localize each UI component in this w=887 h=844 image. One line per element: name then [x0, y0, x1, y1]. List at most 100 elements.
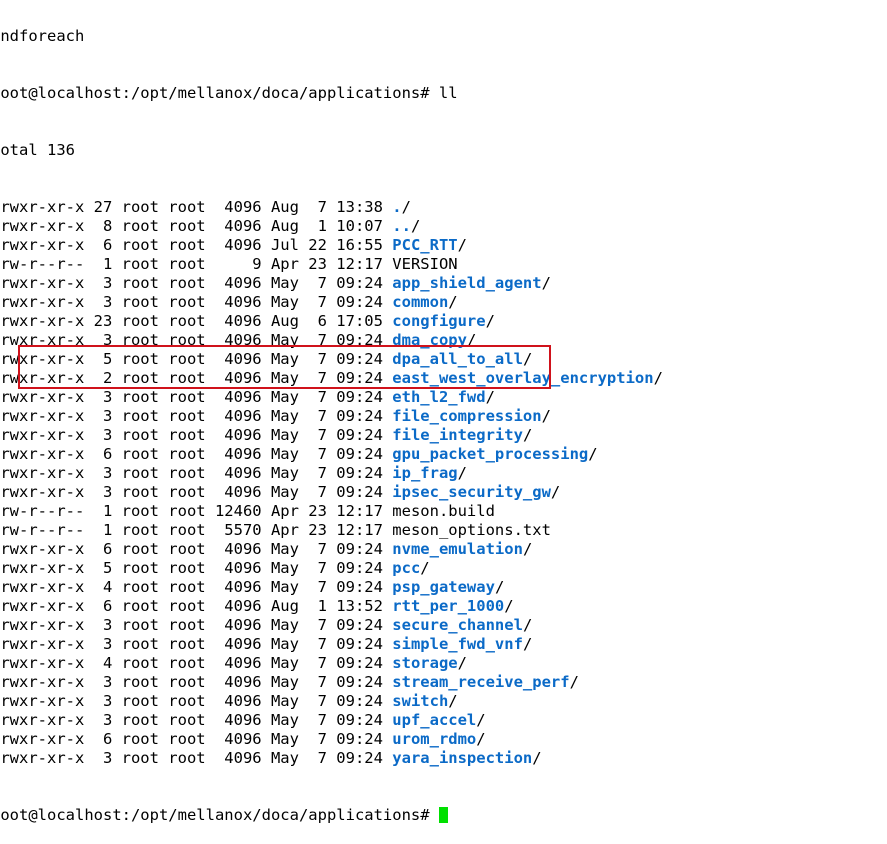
- listing-row: drwxr-xr-x 3 root root 4096 May 7 09:24 …: [0, 274, 887, 293]
- directory-name: congfigure: [392, 312, 486, 330]
- directory-name: nvme_emulation: [392, 540, 523, 558]
- entry-metadata: drwxr-xr-x 23 root root 4096 Aug 6 17:05: [0, 312, 393, 330]
- entry-suffix: /: [476, 730, 486, 748]
- directory-listing: drwxr-xr-x 27 root root 4096 Aug 7 13:38…: [0, 198, 887, 768]
- entry-metadata: drwxr-xr-x 3 root root 4096 May 7 09:24: [0, 426, 393, 444]
- entry-metadata: drwxr-xr-x 4 root root 4096 May 7 09:24: [0, 578, 393, 596]
- listing-row: drwxr-xr-x 23 root root 4096 Aug 6 17:05…: [0, 312, 887, 331]
- entry-metadata: drwxr-xr-x 3 root root 4096 May 7 09:24: [0, 749, 393, 767]
- entry-suffix: /: [522, 616, 533, 634]
- directory-name: file_integrity: [392, 426, 523, 444]
- entry-metadata: drwxr-xr-x 6 root root 4096 May 7 09:24: [0, 540, 393, 558]
- entry-metadata: drwxr-xr-x 3 root root 4096 May 7 09:24: [0, 711, 393, 729]
- listing-row: -rw-r--r-- 1 root root 12460 Apr 23 12:1…: [0, 502, 887, 521]
- entry-suffix: /: [466, 331, 477, 349]
- entry-metadata: drwxr-xr-x 3 root root 4096 May 7 09:24: [0, 293, 393, 311]
- entry-suffix: /: [476, 711, 486, 729]
- listing-row: drwxr-xr-x 3 root root 4096 May 7 09:24 …: [0, 749, 887, 768]
- directory-name: eth_l2_fwd: [392, 388, 486, 406]
- command-prompt-line: root@localhost:/opt/mellanox/doca/applic…: [0, 84, 458, 102]
- entry-metadata: drwxr-xr-x 27 root root 4096 Aug 7 13:38: [0, 198, 393, 216]
- listing-row: drwxr-xr-x 5 root root 4096 May 7 09:24 …: [0, 559, 887, 578]
- listing-row: drwxr-xr-x 6 root root 4096 Aug 1 13:52 …: [0, 597, 887, 616]
- final-prompt-text: root@localhost:/opt/mellanox/doca/applic…: [0, 806, 439, 824]
- listing-row: drwxr-xr-x 3 root root 4096 May 7 09:24 …: [0, 426, 887, 445]
- entry-suffix: /: [457, 236, 467, 254]
- entry-suffix: /: [420, 559, 430, 577]
- entry-suffix: /: [588, 445, 598, 463]
- entry-suffix: /: [653, 369, 663, 387]
- entry-metadata: drwxr-xr-x 3 root root 4096 May 7 09:24: [0, 388, 393, 406]
- entry-metadata: -rw-r--r-- 1 root root 5570 Apr 23 12:17: [0, 521, 393, 539]
- file-name: VERSION: [392, 255, 458, 273]
- directory-name: PCC_RTT: [392, 236, 458, 254]
- listing-row: -rw-r--r-- 1 root root 5570 Apr 23 12:17…: [0, 521, 887, 540]
- entry-suffix: /: [401, 198, 411, 216]
- entry-suffix: /: [448, 293, 458, 311]
- entry-suffix: /: [457, 654, 467, 672]
- listing-row: drwxr-xr-x 6 root root 4096 May 7 09:24 …: [0, 445, 887, 464]
- directory-name: psp_gateway: [392, 578, 495, 596]
- directory-name: dpa_all_to_all: [392, 350, 523, 368]
- listing-row: drwxr-xr-x 3 root root 4096 May 7 09:24 …: [0, 407, 887, 426]
- total-line: total 136: [0, 141, 75, 159]
- entry-suffix: /: [448, 692, 458, 710]
- directory-name: dma_copy: [392, 331, 467, 349]
- directory-name: simple_fwd_vnf: [392, 635, 523, 653]
- listing-row: drwxr-xr-x 4 root root 4096 May 7 09:24 …: [0, 578, 887, 597]
- directory-name: ..: [392, 217, 411, 235]
- file-name: meson_options.txt: [392, 521, 551, 539]
- listing-row: drwxr-xr-x 8 root root 4096 Aug 1 10:07 …: [0, 217, 887, 236]
- entry-metadata: drwxr-xr-x 6 root root 4096 Jul 22 16:55: [0, 236, 393, 254]
- entry-metadata: drwxr-xr-x 3 root root 4096 May 7 09:24: [0, 692, 393, 710]
- directory-name: pcc: [392, 559, 421, 577]
- listing-row: -rw-r--r-- 1 root root 9 Apr 23 12:17 VE…: [0, 255, 887, 274]
- entry-suffix: /: [485, 388, 495, 406]
- entry-suffix: /: [522, 635, 533, 653]
- entry-suffix: /: [532, 749, 542, 767]
- directory-name: east_west_overlay_encryption: [392, 369, 654, 387]
- entry-metadata: drwxr-xr-x 3 root root 4096 May 7 09:24: [0, 464, 393, 482]
- listing-row: drwxr-xr-x 3 root root 4096 May 7 09:24 …: [0, 483, 887, 502]
- entry-metadata: drwxr-xr-x 4 root root 4096 May 7 09:24: [0, 654, 393, 672]
- listing-row: drwxr-xr-x 3 root root 4096 May 7 09:24 …: [0, 388, 887, 407]
- listing-row: drwxr-xr-x 3 root root 4096 May 7 09:24 …: [0, 692, 887, 711]
- listing-row: drwxr-xr-x 3 root root 4096 May 7 09:24 …: [0, 293, 887, 312]
- listing-row: drwxr-xr-x 3 root root 4096 May 7 09:24 …: [0, 711, 887, 730]
- final-prompt-line[interactable]: root@localhost:/opt/mellanox/doca/applic…: [0, 806, 887, 825]
- entry-suffix: /: [541, 274, 551, 292]
- listing-row: drwxr-xr-x 4 root root 4096 May 7 09:24 …: [0, 654, 887, 673]
- entry-metadata: drwxr-xr-x 3 root root 4096 May 7 09:24: [0, 635, 393, 653]
- entry-metadata: drwxr-xr-x 6 root root 4096 May 7 09:24: [0, 730, 393, 748]
- entry-metadata: drwxr-xr-x 3 root root 4096 May 7 09:24: [0, 331, 393, 349]
- entry-suffix: /: [410, 217, 421, 235]
- directory-name: file_compression: [392, 407, 542, 425]
- directory-name: ipsec_security_gw: [392, 483, 551, 501]
- listing-row: drwxr-xr-x 27 root root 4096 Aug 7 13:38…: [0, 198, 887, 217]
- entry-metadata: -rw-r--r-- 1 root root 9 Apr 23 12:17: [0, 255, 393, 273]
- entry-metadata: drwxr-xr-x 3 root root 4096 May 7 09:24: [0, 274, 393, 292]
- entry-metadata: drwxr-xr-x 3 root root 4096 May 7 09:24: [0, 673, 393, 691]
- listing-row: drwxr-xr-x 3 root root 4096 May 7 09:24 …: [0, 331, 887, 350]
- entry-metadata: drwxr-xr-x 3 root root 4096 May 7 09:24: [0, 407, 393, 425]
- entry-suffix: /: [494, 578, 505, 596]
- entry-suffix: /: [485, 312, 495, 330]
- listing-row: drwxr-xr-x 5 root root 4096 May 7 09:24 …: [0, 350, 887, 369]
- directory-name: upf_accel: [392, 711, 477, 729]
- entry-metadata: drwxr-xr-x 3 root root 4096 May 7 09:24: [0, 616, 393, 634]
- directory-name: stream_receive_perf: [392, 673, 570, 691]
- entry-metadata: drwxr-xr-x 3 root root 4096 May 7 09:24: [0, 483, 393, 501]
- directory-name: ip_frag: [392, 464, 458, 482]
- directory-name: switch: [392, 692, 449, 710]
- directory-name: rtt_per_1000: [392, 597, 505, 615]
- directory-name: urom_rdmo: [392, 730, 477, 748]
- entry-suffix: /: [522, 350, 533, 368]
- terminal-output[interactable]: endforeach root@localhost:/opt/mellanox/…: [0, 0, 887, 844]
- directory-name: .: [392, 198, 402, 216]
- entry-metadata: drwxr-xr-x 8 root root 4096 Aug 1 10:07: [0, 217, 393, 235]
- listing-row: drwxr-xr-x 6 root root 4096 Jul 22 16:55…: [0, 236, 887, 255]
- entry-metadata: drwxr-xr-x 5 root root 4096 May 7 09:24: [0, 559, 393, 577]
- directory-name: gpu_packet_processing: [392, 445, 589, 463]
- directory-name: app_shield_agent: [392, 274, 542, 292]
- entry-suffix: /: [504, 597, 514, 615]
